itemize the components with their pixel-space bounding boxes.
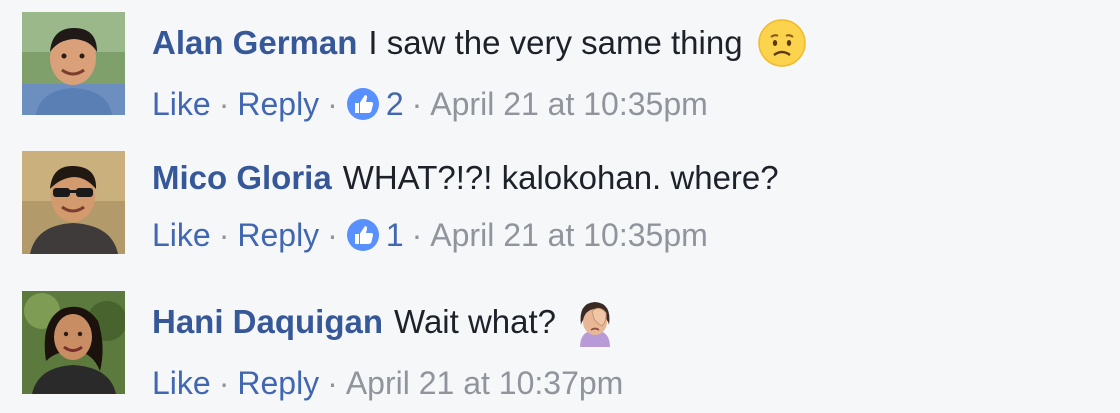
author-name-link[interactable]: Mico Gloria	[152, 157, 332, 199]
separator: ·	[411, 217, 423, 253]
separator: ·	[218, 86, 230, 122]
comment-text: Wait what?	[394, 303, 557, 340]
like-count-badge[interactable]: 1	[346, 215, 404, 255]
author-name-link[interactable]: Alan German	[152, 22, 357, 64]
reply-link[interactable]: Reply	[237, 215, 319, 255]
separator: ·	[218, 365, 230, 401]
comment-timestamp[interactable]: April 21 at 10:37pm	[346, 363, 624, 403]
avatar[interactable]	[22, 151, 125, 254]
separator: ·	[327, 217, 338, 253]
like-link[interactable]: Like	[152, 215, 211, 255]
comment-item: Alan German I saw the very same thing Li…	[22, 12, 1102, 132]
thumbs-up-icon	[346, 219, 379, 251]
comment-item: Mico Gloria WHAT?!?! kalokohan. where? L…	[22, 151, 1102, 271]
reply-link[interactable]: Reply	[237, 84, 319, 124]
comment-thread: Alan German I saw the very same thing Li…	[0, 0, 1120, 413]
like-link[interactable]: Like	[152, 363, 211, 403]
like-count: 1	[385, 217, 404, 253]
comment-timestamp[interactable]: April 21 at 10:35pm	[430, 84, 708, 124]
separator: ·	[327, 365, 338, 401]
reply-link[interactable]: Reply	[237, 363, 319, 403]
separator: ·	[218, 217, 230, 253]
avatar[interactable]	[22, 12, 125, 115]
like-count-badge[interactable]: 2	[346, 84, 404, 124]
like-count: 2	[385, 86, 404, 122]
thumbs-up-icon	[346, 88, 379, 120]
like-link[interactable]: Like	[152, 84, 211, 124]
comment-timestamp[interactable]: April 21 at 10:35pm	[430, 215, 708, 255]
comment-text: I saw the very same thing	[368, 24, 743, 61]
comment-item: Hani Daquigan Wait what? Like · Reply ·	[22, 291, 1102, 411]
avatar[interactable]	[22, 291, 125, 394]
separator: ·	[327, 86, 338, 122]
comment-text: WHAT?!?! kalokohan. where?	[342, 159, 779, 196]
separator: ·	[411, 86, 423, 122]
author-name-link[interactable]: Hani Daquigan	[152, 301, 383, 343]
face-palm-emoji-icon	[570, 297, 620, 347]
worried-face-emoji-icon	[757, 18, 807, 68]
